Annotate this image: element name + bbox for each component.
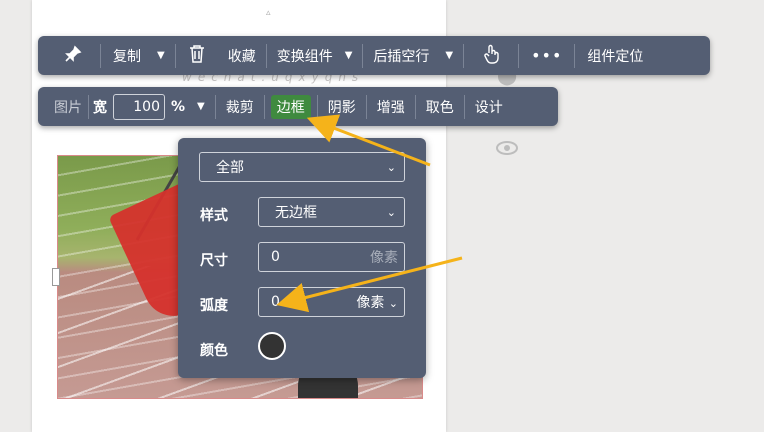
width-label: 宽 xyxy=(93,99,107,116)
image-toolbar: 图片 宽 100 % ▼ 裁剪 边框 阴影 增强 取色 设计 xyxy=(38,87,558,126)
radius-unit-select[interactable]: 像素 ⌄ xyxy=(356,292,398,312)
trash-icon xyxy=(188,44,206,68)
chevron-down-icon: ▼ xyxy=(445,50,454,61)
border-settings-panel: 全部 ⌄ 样式 无边框 ⌄ 尺寸 0 像素 弧度 0 像素 ⌄ 颜色 xyxy=(178,138,426,378)
percent-label: % xyxy=(171,98,186,115)
chevron-down-icon[interactable]: ▼ xyxy=(197,101,205,112)
touch-button[interactable] xyxy=(464,36,518,75)
page-mark: ▵ xyxy=(266,8,271,18)
size-unit: 像素 xyxy=(370,250,398,266)
style-label: 样式 xyxy=(200,208,228,224)
pin-icon xyxy=(64,45,82,67)
transform-component-button[interactable]: 变换组件 ▼ xyxy=(267,36,363,75)
copy-button[interactable]: 复制 ▼ xyxy=(101,36,175,75)
shadow-button[interactable]: 阴影 xyxy=(318,87,366,126)
locate-component-button[interactable]: 组件定位 xyxy=(575,36,655,75)
more-icon: ••• xyxy=(531,46,563,65)
border-button[interactable]: 边框 xyxy=(265,87,317,126)
zoom-input[interactable]: 100 xyxy=(113,93,165,120)
touch-icon xyxy=(482,44,500,68)
size-label: 尺寸 xyxy=(200,253,228,269)
radius-label: 弧度 xyxy=(200,298,228,314)
border-color-picker[interactable] xyxy=(258,332,286,360)
delete-button[interactable] xyxy=(176,36,218,75)
insert-blank-line-button[interactable]: 后插空行 ▼ xyxy=(363,36,463,75)
component-toolbar: 复制 ▼ 收藏 变换组件 ▼ 后插空行 ▼ ••• 组件定位 xyxy=(38,36,710,75)
favorite-button[interactable]: 收藏 xyxy=(218,36,266,75)
color-label: 颜色 xyxy=(200,343,228,359)
more-button[interactable]: ••• xyxy=(519,36,574,75)
image-label: 图片 xyxy=(54,99,82,116)
crop-button[interactable]: 裁剪 xyxy=(216,87,264,126)
chevron-down-icon: ▼ xyxy=(344,50,353,61)
eye-icon[interactable] xyxy=(496,140,518,160)
chevron-down-icon: ⌄ xyxy=(388,297,398,310)
border-scope-select[interactable]: 全部 ⌄ xyxy=(199,152,405,182)
pick-color-button[interactable]: 取色 xyxy=(416,87,464,126)
border-style-select[interactable]: 无边框 ⌄ xyxy=(258,197,405,227)
chevron-down-icon: ▼ xyxy=(157,50,165,61)
pin-button[interactable] xyxy=(38,36,100,75)
chevron-down-icon: ⌄ xyxy=(386,205,396,219)
design-button[interactable]: 设计 xyxy=(465,87,513,126)
resize-handle[interactable] xyxy=(52,268,60,286)
enhance-button[interactable]: 增强 xyxy=(367,87,415,126)
border-radius-input[interactable]: 0 像素 ⌄ xyxy=(258,287,405,317)
chevron-down-icon: ⌄ xyxy=(386,160,396,174)
border-size-input[interactable]: 0 像素 xyxy=(258,242,405,272)
